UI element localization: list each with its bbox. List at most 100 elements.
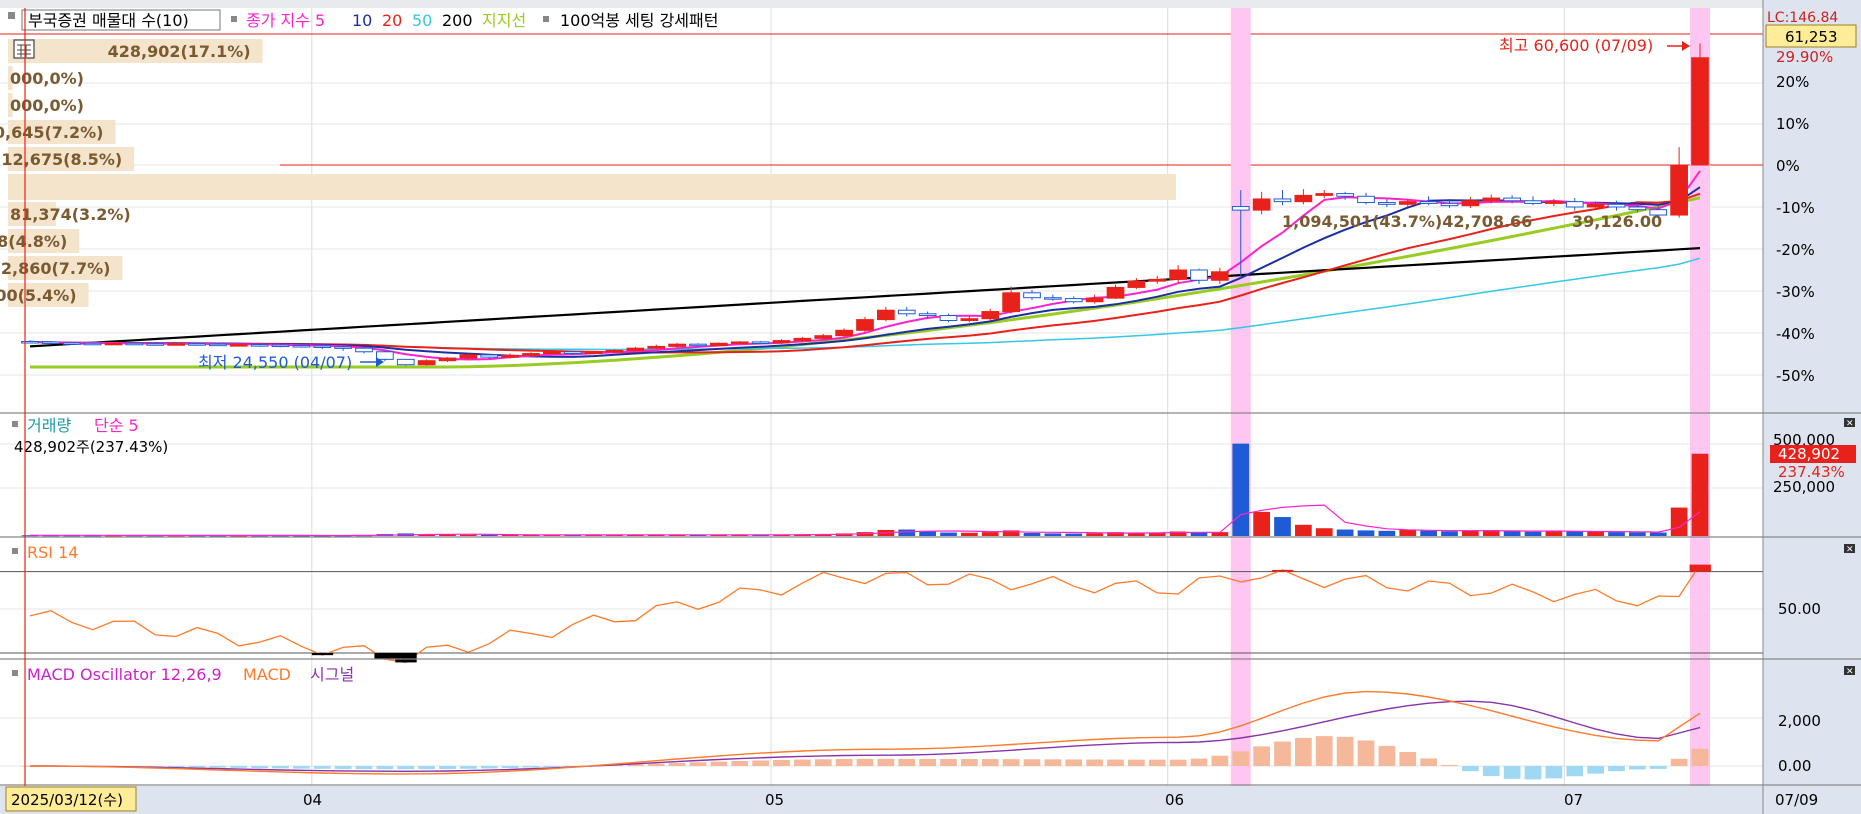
volume-ma-label[interactable]: 단순 5 bbox=[94, 416, 139, 435]
macd-osc-title[interactable]: MACD Oscillator 12,26,9 bbox=[27, 665, 222, 684]
candle-body bbox=[1607, 203, 1626, 208]
macd-histogram-bar bbox=[794, 759, 811, 766]
support-legend-label[interactable]: 지지선 bbox=[482, 11, 526, 30]
candle-body bbox=[1378, 202, 1396, 205]
ma200-legend-label[interactable]: 200 bbox=[442, 11, 473, 30]
candle-body bbox=[292, 345, 311, 348]
macd-histogram-bar bbox=[313, 766, 331, 769]
candle-body bbox=[438, 357, 457, 362]
macd-histogram-bar bbox=[1587, 766, 1604, 774]
macd-histogram-bar bbox=[647, 763, 665, 766]
macd-histogram-bar bbox=[1336, 736, 1354, 766]
macd-histogram-bar bbox=[522, 766, 540, 768]
volume-bar bbox=[1399, 529, 1417, 536]
volume-bar bbox=[1357, 530, 1375, 536]
candle-body bbox=[1691, 57, 1709, 166]
macd-legend-label[interactable]: MACD bbox=[243, 665, 291, 684]
macd-histogram-bar bbox=[1629, 766, 1646, 770]
pattern-legend-label[interactable]: 100억봉 세팅 강세패턴 bbox=[560, 11, 718, 30]
rsi-title[interactable]: RSI 14 bbox=[27, 543, 78, 562]
candle-body bbox=[626, 347, 645, 351]
volume-profile-label: 212,675(8.5%) bbox=[0, 150, 122, 169]
chart-canvas[interactable]: 428,902(17.1%) 000,0%) 000,0%) 180,645(7.2%… bbox=[0, 0, 1861, 814]
macd-histogram-bar bbox=[668, 762, 686, 766]
macd-legend-marker bbox=[12, 670, 18, 676]
macd-axis-label-0: 2,000 bbox=[1778, 712, 1821, 730]
candle-body bbox=[856, 319, 874, 331]
candle-body bbox=[1106, 286, 1125, 299]
macd-histogram-bar bbox=[1107, 759, 1124, 766]
pattern-legend-marker bbox=[543, 16, 549, 22]
rsi-oversold-fill bbox=[374, 653, 396, 660]
macd-histogram-bar bbox=[480, 766, 498, 769]
macd-histogram-bar bbox=[1649, 766, 1667, 769]
volume-bar bbox=[898, 529, 916, 536]
candle-body bbox=[21, 340, 39, 344]
candle-body bbox=[1273, 198, 1292, 203]
volume-bar bbox=[1649, 532, 1667, 536]
macd-histogram-bar bbox=[1503, 766, 1521, 779]
candle-body bbox=[1315, 193, 1334, 196]
profile-max-annotation-2: 39,126.00 bbox=[1572, 212, 1662, 231]
profile-legend-label[interactable]: 부국증권 매물대 수(10) bbox=[28, 11, 189, 30]
start-date-label: 2025/03/12(수) bbox=[11, 791, 123, 809]
profile-legend-marker bbox=[8, 12, 15, 19]
candle-body bbox=[417, 360, 436, 366]
chart-background bbox=[0, 0, 1861, 814]
macd-histogram-bar bbox=[1566, 766, 1584, 777]
candle-body bbox=[62, 342, 81, 345]
ma10-legend-label[interactable]: 10 bbox=[352, 11, 372, 30]
volume-profile-label: 135,000(5.4%) bbox=[0, 286, 77, 305]
candle-body bbox=[1628, 206, 1647, 211]
volume-bar bbox=[1462, 530, 1479, 536]
macd-histogram-bar bbox=[689, 762, 707, 766]
macd-histogram-bar bbox=[1420, 758, 1437, 766]
macd-histogram-bar bbox=[856, 758, 874, 766]
macd-histogram-bar bbox=[1253, 746, 1270, 766]
volume-close-icon[interactable]: ✕ bbox=[1844, 418, 1855, 429]
volume-bar bbox=[1545, 531, 1563, 536]
macd-histogram-bar bbox=[1691, 748, 1709, 766]
volume-profile-bar bbox=[8, 174, 1176, 200]
macd-histogram-bar bbox=[773, 759, 790, 766]
macd-histogram-bar bbox=[501, 766, 519, 769]
volume-title[interactable]: 거래량 bbox=[27, 416, 71, 435]
candle-body bbox=[939, 315, 958, 321]
ma5-legend-label[interactable]: 종가 지수 5 bbox=[246, 11, 325, 30]
macd-histogram-bar bbox=[1274, 741, 1291, 766]
month-label-04: 04 bbox=[303, 791, 322, 809]
volume-bar bbox=[981, 532, 999, 536]
candle-body bbox=[835, 329, 853, 337]
rsi-close-icon[interactable]: ✕ bbox=[1844, 544, 1855, 555]
candle-body bbox=[772, 340, 791, 344]
macd-histogram-bar bbox=[1399, 751, 1417, 766]
ma50-legend-label[interactable]: 50 bbox=[412, 11, 432, 30]
top-axis-label: LC:146.84 bbox=[1767, 10, 1838, 26]
macd-histogram-bar bbox=[1232, 751, 1250, 766]
candle-body bbox=[1169, 269, 1187, 280]
top-toolbar-strip bbox=[0, 0, 1763, 8]
macd-histogram-bar bbox=[543, 766, 561, 767]
volume-bar bbox=[1441, 531, 1458, 536]
candle-body bbox=[793, 337, 812, 342]
macd-close-icon[interactable]: ✕ bbox=[1844, 666, 1855, 677]
candle-body bbox=[1148, 278, 1167, 282]
candle-body bbox=[689, 343, 707, 347]
volume-bar bbox=[1086, 533, 1103, 536]
month-label-06: 06 bbox=[1165, 791, 1184, 809]
volume-value-text: 428,902주(237.43%) bbox=[14, 438, 168, 456]
ma20-legend-label[interactable]: 20 bbox=[382, 11, 402, 30]
volume-tag-pct: 237.43% bbox=[1778, 463, 1845, 481]
rsi-oversold-fill bbox=[311, 653, 334, 656]
candle-body bbox=[918, 313, 937, 317]
macd-histogram-bar bbox=[188, 766, 206, 768]
calculator-icon[interactable] bbox=[13, 39, 35, 59]
macd-histogram-bar bbox=[355, 766, 373, 770]
rsi-overbought-fill bbox=[1689, 564, 1711, 572]
signal-legend-label[interactable]: 시그널 bbox=[310, 665, 354, 684]
candle-body bbox=[1545, 201, 1563, 204]
candle-body bbox=[960, 318, 979, 321]
macd-histogram-bar bbox=[1462, 766, 1479, 772]
price-axis-label-6: -30% bbox=[1776, 283, 1815, 301]
volume-bar bbox=[1253, 511, 1270, 536]
